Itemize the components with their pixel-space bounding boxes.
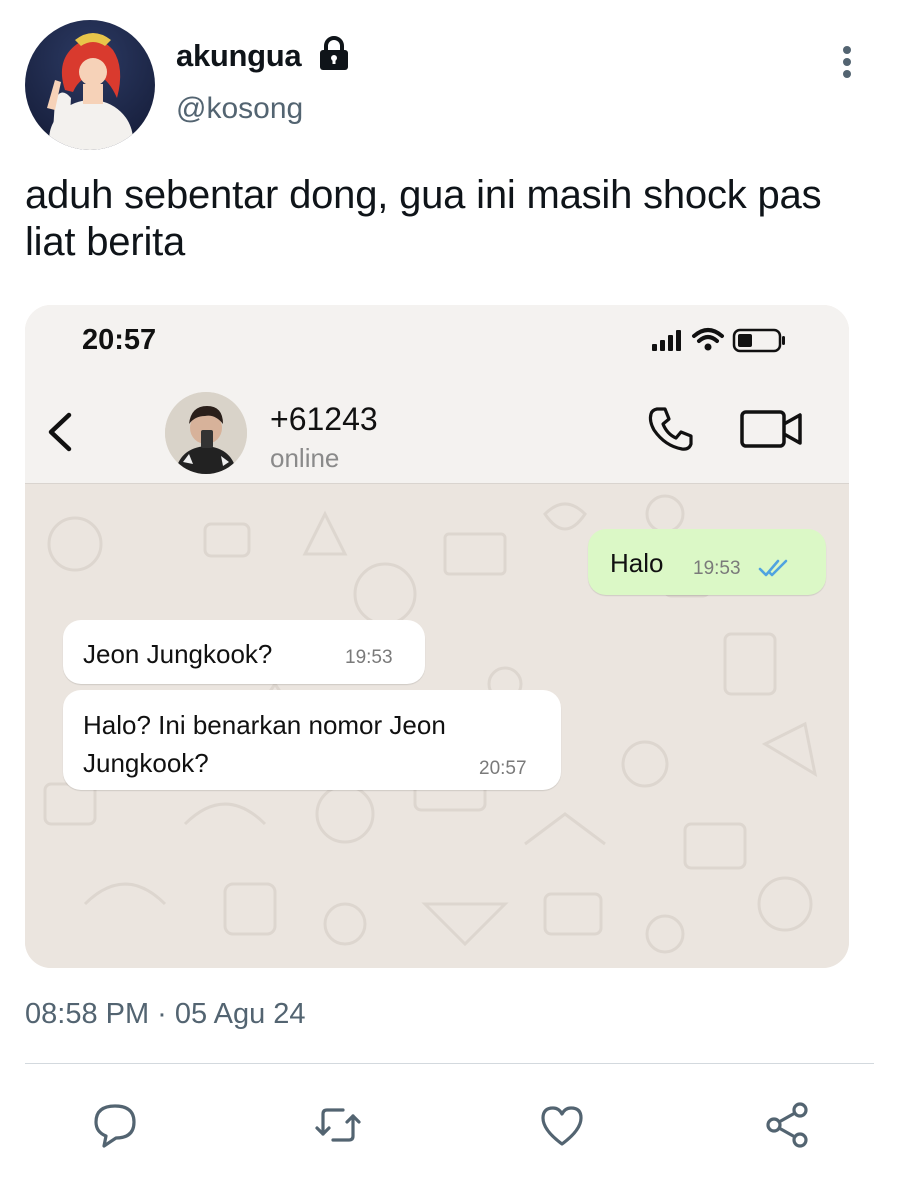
chat-background: Halo 19:53 Jeon Jungkook? 19:53 Halo? In… (25, 484, 849, 968)
message-time: 20:57 (479, 758, 527, 779)
retweet-icon[interactable] (313, 1100, 363, 1150)
message-text: Halo (610, 548, 664, 578)
reply-icon[interactable] (90, 1100, 140, 1150)
share-icon[interactable] (762, 1100, 812, 1150)
divider (25, 1063, 874, 1064)
message-text: Jeon Jungkook? (83, 639, 273, 669)
more-vertical-icon[interactable] (832, 44, 862, 84)
message-incoming[interactable]: Halo? Ini benarkan nomor Jeon Jungkook? … (63, 690, 561, 790)
phone-status-time: 20:57 (82, 324, 157, 356)
user-avatar[interactable] (25, 20, 155, 150)
contact-avatar[interactable] (165, 392, 247, 474)
message-outgoing[interactable]: Halo 19:53 (588, 529, 826, 595)
tweet-text: aduh sebentar dong, gua ini masih shock … (25, 173, 822, 264)
double-check-icon (758, 559, 788, 577)
message-text-line: Jungkook? (83, 748, 209, 778)
contact-number[interactable]: +61243 (270, 401, 378, 438)
back-icon[interactable] (43, 409, 79, 455)
tweet-timestamp[interactable]: 08:58 PM · 05 Agu 24 (25, 998, 306, 1031)
tweet-media[interactable]: 20:57 +61243 online Halo 19:53 Jeon Jung… (25, 305, 849, 968)
battery-icon (732, 328, 785, 353)
wifi-icon (692, 328, 724, 351)
display-name[interactable]: akungua (176, 38, 302, 74)
phone-call-icon[interactable] (645, 403, 697, 455)
message-incoming[interactable]: Jeon Jungkook? 19:53 (63, 620, 425, 684)
video-call-icon[interactable] (738, 407, 806, 451)
signal-icon (652, 330, 681, 351)
user-handle[interactable]: @kosong (176, 92, 303, 126)
message-time: 19:53 (693, 558, 741, 579)
status-bar-icons (650, 322, 810, 356)
contact-status: online (270, 443, 340, 473)
chat-header: 20:57 +61243 online (25, 305, 849, 484)
like-icon[interactable] (537, 1100, 587, 1150)
message-time: 19:53 (345, 647, 393, 668)
message-text-line: Halo? Ini benarkan nomor Jeon (83, 710, 446, 740)
lock-icon (316, 36, 352, 72)
